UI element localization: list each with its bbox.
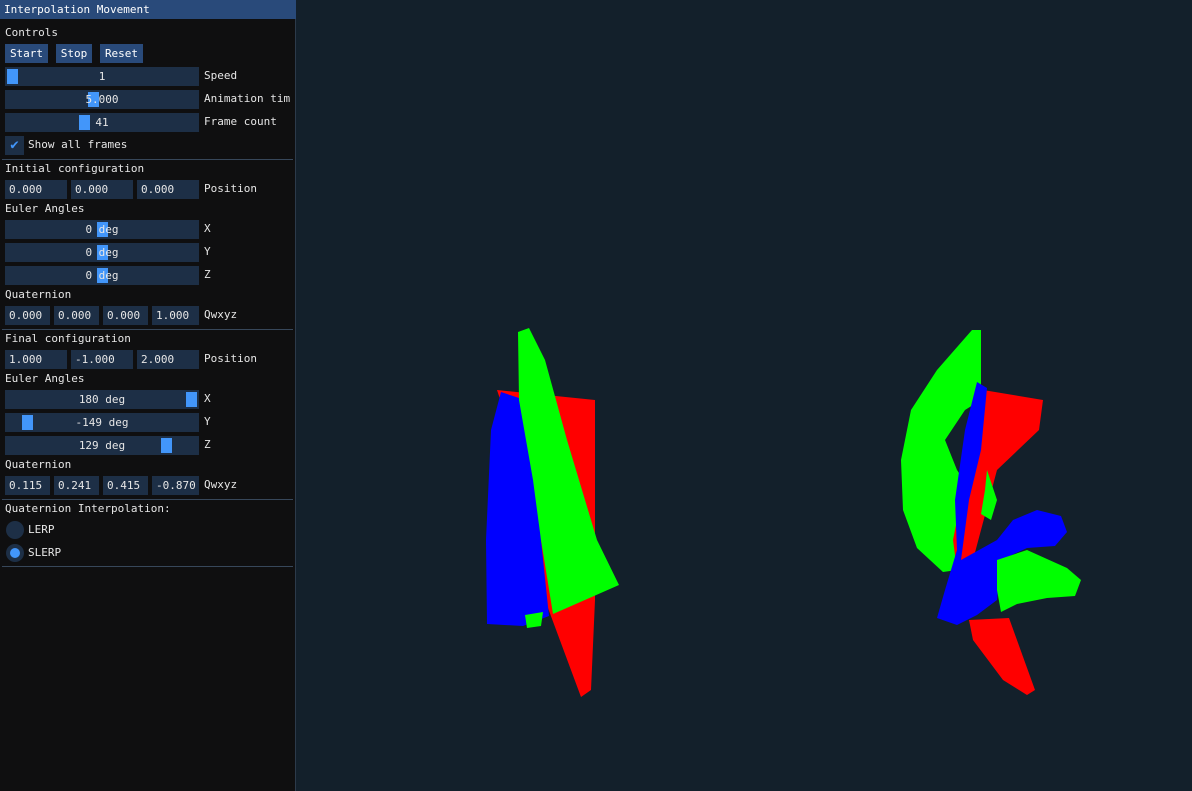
reset-button[interactable]: Reset: [100, 44, 143, 63]
speed-label: Speed: [204, 69, 238, 82]
final-position-z[interactable]: 2.000: [137, 350, 199, 369]
initial-position-y[interactable]: 0.000: [71, 180, 133, 199]
final-euler-y-slider[interactable]: -149 deg: [5, 413, 199, 432]
final-euler-x-label: X: [204, 392, 211, 405]
initial-config-heading: Initial configuration: [5, 162, 145, 175]
frame-count-value: 41: [95, 116, 109, 129]
initial-euler-y-label: Y: [204, 245, 211, 258]
final-position-x[interactable]: 1.000: [5, 350, 67, 369]
initial-euler-y-slider[interactable]: 0 deg: [5, 243, 199, 262]
animation-time-slider[interactable]: 5.000: [5, 90, 199, 109]
initial-quat-y[interactable]: 0.000: [103, 306, 148, 325]
final-quat-z[interactable]: -0.870: [152, 476, 199, 495]
final-quaternion-heading: Quaternion: [5, 458, 72, 471]
speed-slider[interactable]: 1: [5, 67, 199, 86]
show-all-frames-label: Show all frames: [28, 138, 128, 151]
show-all-frames-checkbox[interactable]: ✔: [5, 136, 24, 155]
final-euler-z-slider[interactable]: 129 deg: [5, 436, 199, 455]
final-euler-x-slider[interactable]: 180 deg: [5, 390, 199, 409]
final-euler-x-value: 180 deg: [78, 393, 126, 406]
initial-euler-heading: Euler Angles: [5, 202, 85, 215]
final-euler-z-label: Z: [204, 438, 211, 451]
animation-time-value: 5.000: [85, 93, 119, 106]
frame-count-label: Frame count: [204, 115, 277, 128]
final-quat-x[interactable]: 0.241: [54, 476, 99, 495]
initial-quat-z[interactable]: 1.000: [152, 306, 199, 325]
initial-quat-w[interactable]: 0.000: [5, 306, 50, 325]
initial-euler-z-slider[interactable]: 0 deg: [5, 266, 199, 285]
final-euler-z-value: 129 deg: [78, 439, 126, 452]
initial-position-x[interactable]: 0.000: [5, 180, 67, 199]
start-button[interactable]: Start: [5, 44, 48, 63]
panel-title[interactable]: Interpolation Movement: [0, 0, 296, 19]
separator: [2, 159, 293, 160]
checkmark-icon: ✔: [10, 137, 19, 153]
final-quat-label: Qwxyz: [204, 478, 238, 491]
animation-time-label: Animation tim: [204, 92, 291, 105]
separator: [2, 566, 293, 567]
final-config-heading: Final configuration: [5, 332, 131, 345]
initial-quaternion-heading: Quaternion: [5, 288, 72, 301]
right-green-foot: [997, 550, 1081, 612]
final-euler-y-label: Y: [204, 415, 211, 428]
left-frames-object: [486, 328, 619, 697]
right-frames-object: [901, 330, 1081, 695]
initial-euler-x-value: 0 deg: [85, 223, 119, 236]
control-panel: Interpolation Movement Controls Start St…: [0, 0, 296, 791]
frame-count-slider[interactable]: 41: [5, 113, 199, 132]
right-red-band-bottom: [969, 618, 1035, 695]
final-euler-y-value: -149 deg: [75, 416, 129, 429]
initial-euler-z-label: Z: [204, 268, 211, 281]
initial-quat-x[interactable]: 0.000: [54, 306, 99, 325]
speed-value: 1: [98, 70, 106, 83]
interpolation-heading: Quaternion Interpolation:: [5, 502, 171, 515]
separator: [2, 499, 293, 500]
final-position-label: Position: [204, 352, 257, 365]
initial-position-z[interactable]: 0.000: [137, 180, 199, 199]
initial-euler-x-slider[interactable]: 0 deg: [5, 220, 199, 239]
lerp-label: LERP: [28, 523, 55, 536]
3d-viewport[interactable]: [297, 0, 1192, 791]
initial-euler-z-value: 0 deg: [85, 269, 119, 282]
final-quat-w[interactable]: 0.115: [5, 476, 50, 495]
initial-euler-y-value: 0 deg: [85, 246, 119, 259]
final-euler-heading: Euler Angles: [5, 372, 85, 385]
separator: [2, 329, 293, 330]
controls-heading: Controls: [5, 26, 58, 39]
final-position-y[interactable]: -1.000: [71, 350, 133, 369]
scene-canvas[interactable]: [297, 0, 1192, 791]
stop-button[interactable]: Stop: [56, 44, 92, 63]
final-quat-y[interactable]: 0.415: [103, 476, 148, 495]
initial-quat-label: Qwxyz: [204, 308, 238, 321]
initial-position-label: Position: [204, 182, 257, 195]
lerp-radio[interactable]: [6, 521, 24, 539]
slerp-radio[interactable]: [6, 544, 24, 562]
initial-euler-x-label: X: [204, 222, 211, 235]
slerp-label: SLERP: [28, 546, 62, 559]
